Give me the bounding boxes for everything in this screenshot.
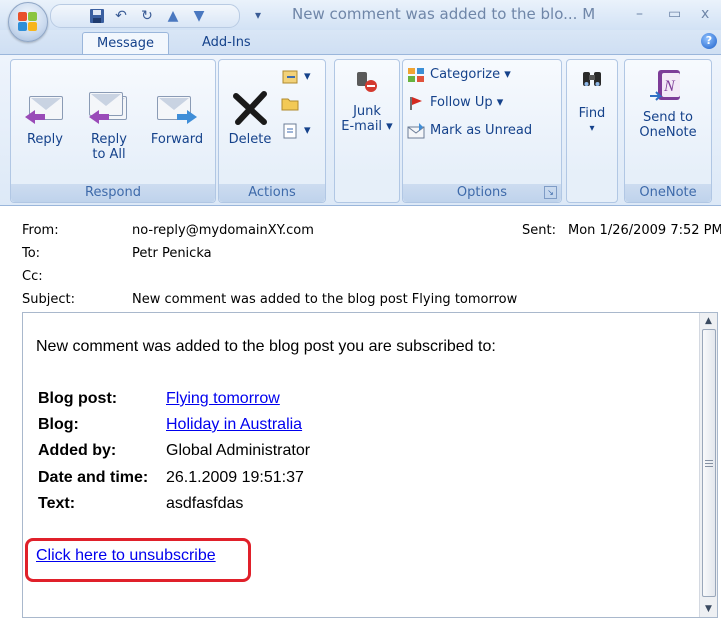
create-rule-button[interactable] [281, 92, 304, 114]
ribbon: Reply Reply to All Forward Respond Delet… [0, 54, 721, 206]
window-title: New comment was added to the blo... M [292, 5, 596, 23]
follow-up-button[interactable]: Follow Up ▾ [407, 92, 503, 114]
find-button[interactable]: Find ▾ [569, 68, 615, 136]
reply-all-label-2: to All [92, 147, 126, 162]
mark-unread-icon [407, 122, 425, 139]
onenote-label-1: Send to [643, 110, 693, 125]
onenote-label-2: OneNote [639, 125, 697, 140]
undo-icon[interactable]: ↶ [111, 6, 131, 26]
forward-icon [157, 88, 197, 128]
scroll-thumb[interactable] [702, 329, 716, 597]
reply-all-button[interactable]: Reply to All [79, 88, 139, 162]
vertical-scrollbar[interactable]: ▲ ▼ [699, 313, 717, 617]
categorize-icon [407, 67, 425, 83]
row-label-added-by: Added by: [38, 442, 117, 459]
reply-all-label-1: Reply [90, 132, 127, 147]
send-to-onenote-button[interactable]: N Send to OneNote [629, 68, 707, 140]
blog-link[interactable]: Holiday in Australia [166, 416, 302, 434]
subject-label: Subject: [22, 292, 75, 307]
delete-label: Delete [228, 132, 272, 147]
flag-icon [407, 95, 425, 111]
redo-icon[interactable]: ↻ [137, 6, 157, 26]
tab-message[interactable]: Message [82, 32, 169, 55]
scroll-down-icon[interactable]: ▼ [700, 601, 717, 617]
office-button[interactable] [8, 2, 48, 42]
junk-group: Junk E-mail ▾ [334, 59, 400, 203]
move-to-folder-button[interactable]: ▾ [281, 66, 311, 88]
row-label-text: Text: [38, 495, 76, 512]
quick-access-toolbar: ↶ ↻ ▲ ▼ [50, 4, 240, 28]
junk-label-1: Junk [353, 104, 381, 119]
added-by-value: Global Administrator [166, 442, 311, 459]
from-label: From: [22, 223, 59, 238]
find-arrow: ▾ [589, 123, 595, 134]
options-dialog-launcher-icon[interactable]: ↘ [544, 186, 557, 199]
mark-as-unread-button[interactable]: Mark as Unread [407, 120, 532, 142]
onenote-icon: N [648, 68, 688, 106]
options-group: Categorize ▾ Follow Up ▾ Mark as Unread … [402, 59, 562, 203]
row-label-blog: Blog: [38, 416, 79, 433]
scroll-up-icon[interactable]: ▲ [700, 313, 717, 329]
reply-button[interactable]: Reply [15, 88, 75, 147]
svg-text:N: N [663, 78, 676, 95]
respond-group-label: Respond [11, 184, 215, 202]
onenote-group-label: OneNote [625, 184, 711, 202]
onenote-group: N Send to OneNote OneNote [624, 59, 712, 203]
sent-value: Mon 1/26/2009 7:52 PM [568, 223, 721, 238]
blog-post-link[interactable]: Flying tomorrow [166, 390, 280, 408]
save-icon[interactable] [87, 6, 107, 26]
binoculars-icon [581, 68, 603, 90]
forward-button[interactable]: Forward [145, 88, 209, 147]
other-actions-button[interactable]: ▾ [281, 120, 311, 142]
other-actions-icon [281, 123, 299, 139]
previous-item-icon[interactable]: ▲ [163, 6, 183, 26]
tab-add-ins[interactable]: Add-Ins [188, 32, 265, 54]
junk-label-2: E-mail ▾ [341, 119, 393, 134]
row-label-date-time: Date and time: [38, 469, 149, 486]
next-item-icon[interactable]: ▼ [189, 6, 209, 26]
from-value[interactable]: no-reply@mydomainXY.com [132, 223, 314, 238]
reply-label: Reply [26, 132, 63, 147]
text-value: asdfasfdas [166, 495, 244, 512]
body-intro: New comment was added to the blog post y… [36, 338, 496, 355]
actions-group-label: Actions [219, 184, 325, 202]
move-folder-icon [281, 69, 299, 85]
ribbon-tabs: Message Add-Ins ? [0, 30, 721, 55]
categorize-button[interactable]: Categorize ▾ [407, 64, 511, 86]
reply-all-icon [89, 88, 129, 128]
rule-folder-icon [281, 95, 299, 111]
sent-label: Sent: [522, 223, 556, 238]
date-time-value: 26.1.2009 19:51:37 [166, 469, 304, 486]
cc-label: Cc: [22, 269, 43, 284]
find-label: Find [578, 106, 606, 121]
close-button[interactable]: x [701, 6, 709, 22]
respond-group: Reply Reply to All Forward Respond [10, 59, 216, 203]
help-icon[interactable]: ? [701, 33, 717, 49]
unsubscribe-highlight [25, 538, 251, 582]
delete-icon [230, 88, 270, 128]
junk-email-button[interactable]: Junk E-mail ▾ [337, 68, 397, 134]
reply-icon [25, 88, 65, 128]
junk-icon [354, 68, 380, 94]
customize-qat-icon[interactable]: ▾ [248, 5, 268, 25]
subject-value: New comment was added to the blog post F… [132, 292, 518, 307]
actions-group: Delete ▾ ▾ Actions [218, 59, 326, 203]
options-group-label: Options [403, 184, 561, 202]
row-label-blog-post: Blog post: [38, 390, 118, 407]
maximize-button[interactable]: ▭ [668, 6, 681, 22]
find-group: Find ▾ [566, 59, 618, 203]
minimize-button[interactable]: – [636, 6, 643, 22]
to-label: To: [22, 246, 41, 261]
title-bar: ↶ ↻ ▲ ▼ ▾ New comment was added to the b… [0, 0, 721, 31]
to-value[interactable]: Petr Penicka [132, 246, 212, 261]
forward-label: Forward [150, 132, 204, 147]
office-logo-icon [18, 12, 38, 32]
delete-button[interactable]: Delete [223, 88, 277, 147]
